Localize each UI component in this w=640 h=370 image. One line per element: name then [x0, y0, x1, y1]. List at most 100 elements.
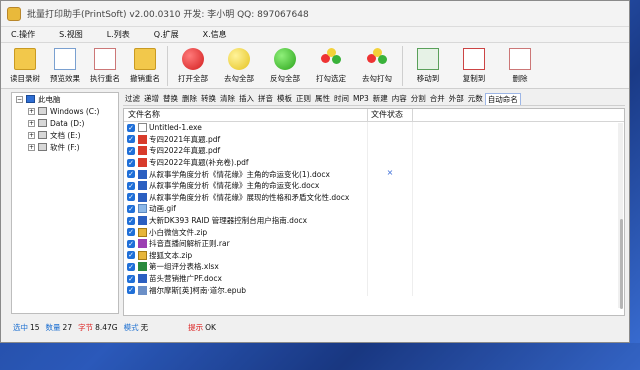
- preview-icon: [54, 48, 76, 70]
- table-row[interactable]: ✓ 大新DK393 RAID 管理器控制台用户指南.docx: [124, 214, 624, 227]
- table-row[interactable]: ✓ 动画.gif: [124, 203, 624, 215]
- row-checkbox[interactable]: ✓: [127, 170, 135, 179]
- tab-replace[interactable]: 替换: [161, 93, 180, 104]
- table-row[interactable]: ✓ 从叙事学角度分析《情花缘》展现的性格和矛盾文化性.docx: [124, 191, 624, 204]
- expand-icon[interactable]: +: [28, 131, 35, 139]
- row-checkbox[interactable]: ✓: [127, 216, 135, 225]
- file-name-cell[interactable]: ✓ Untitled-1.exe: [124, 122, 368, 134]
- tab-metadata[interactable]: 元数: [466, 93, 485, 104]
- table-row[interactable]: ✓ 福尔摩斯[英]柯南·道尔.epub: [124, 284, 624, 296]
- folder-tree[interactable]: − 此电脑 + Windows (C:) + Data (D:) + 文档 (E…: [11, 92, 119, 314]
- column-header-name[interactable]: 文件名称: [124, 109, 368, 121]
- table-row[interactable]: ✓ 专四2021年真题.pdf: [124, 133, 624, 146]
- tab-mp3[interactable]: MP3: [351, 94, 371, 103]
- row-checkbox[interactable]: ✓: [127, 286, 135, 295]
- tab-time[interactable]: 时间: [332, 93, 351, 104]
- table-row[interactable]: ✓ 第一组评分表格.xlsx: [124, 261, 624, 273]
- rename-button[interactable]: 执行重名: [85, 46, 125, 88]
- file-name-cell[interactable]: ✓ 动画.gif: [124, 203, 368, 215]
- row-checkbox[interactable]: ✓: [127, 204, 135, 213]
- read-tree-button[interactable]: 读目录树: [5, 46, 45, 88]
- tab-increment[interactable]: 递增: [142, 93, 161, 104]
- tab-content[interactable]: 内容: [390, 93, 409, 104]
- table-row[interactable]: ✓ Untitled-1.exe: [124, 122, 624, 134]
- tab-external[interactable]: 外部: [447, 93, 466, 104]
- file-name-cell[interactable]: ✓ 小白微信文件.zip: [124, 226, 368, 238]
- row-checkbox[interactable]: ✓: [127, 262, 135, 271]
- check-selected-button[interactable]: 打勾选定: [308, 46, 354, 88]
- row-checkbox[interactable]: ✓: [127, 123, 135, 132]
- file-name-cell[interactable]: ✓ 专四2021年真题.pdf: [124, 133, 368, 146]
- table-row[interactable]: ✓ 专四2022年真题.pdf: [124, 145, 624, 157]
- row-checkbox[interactable]: ✓: [127, 181, 135, 190]
- menu-info[interactable]: X.信息: [203, 29, 227, 40]
- table-row[interactable]: ✓ 从叙事学角度分析《情花缘》主角的命运变化.docx: [124, 179, 624, 192]
- invert-check-button[interactable]: 反勾全部: [262, 46, 308, 88]
- tab-split[interactable]: 分割: [409, 93, 428, 104]
- table-header: 文件名称 文件状态: [124, 109, 624, 122]
- file-name-cell[interactable]: ✓ 大新DK393 RAID 管理器控制台用户指南.docx: [124, 214, 368, 227]
- tab-auto-name[interactable]: 自动命名: [484, 92, 521, 105]
- row-checkbox[interactable]: ✓: [127, 146, 135, 155]
- table-row[interactable]: ✓ 从叙事学角度分析《情花缘》主角的命运变化(1).docx ×: [124, 168, 624, 180]
- tab-template[interactable]: 模板: [275, 93, 294, 104]
- file-name-cell[interactable]: ✓ 专四2022年真题(补充卷).pdf: [124, 156, 368, 169]
- toggle-check-button[interactable]: 去勾打勾: [354, 46, 400, 88]
- tab-merge[interactable]: 合并: [428, 93, 447, 104]
- menu-view[interactable]: S.视图: [59, 29, 83, 40]
- expand-icon[interactable]: +: [28, 119, 35, 127]
- file-name-cell[interactable]: ✓ 苗头营销推广PF.docx: [124, 272, 368, 285]
- undo-rename-button[interactable]: 撤销重名: [125, 46, 165, 88]
- tree-item-drive-d[interactable]: + Data (D:): [12, 117, 118, 129]
- copy-to-button[interactable]: 复制到: [451, 46, 497, 88]
- file-name-cell[interactable]: ✓ 搜狐文本.zip: [124, 249, 368, 262]
- toolbar-divider: [402, 46, 403, 86]
- expand-icon[interactable]: +: [28, 143, 35, 151]
- file-name-cell[interactable]: ✓ 第一组评分表格.xlsx: [124, 261, 368, 273]
- table-row[interactable]: ✓ 抖音直播间解析正则.rar: [124, 237, 624, 250]
- tree-item-drive-c[interactable]: + Windows (C:): [12, 105, 118, 117]
- file-name-cell[interactable]: ✓ 从叙事学角度分析《情花缘》主角的命运变化.docx: [124, 179, 368, 192]
- column-header-status[interactable]: 文件状态: [368, 109, 413, 121]
- row-checkbox[interactable]: ✓: [127, 228, 135, 237]
- file-name-cell[interactable]: ✓ 专四2022年真题.pdf: [124, 145, 368, 157]
- tab-filter[interactable]: 过滤: [123, 93, 142, 104]
- tab-clear[interactable]: 清除: [218, 93, 237, 104]
- menu-operate[interactable]: C.操作: [11, 29, 35, 40]
- delete-button[interactable]: 删除: [497, 46, 543, 88]
- scrollbar-thumb[interactable]: [620, 219, 623, 309]
- row-checkbox[interactable]: ✓: [127, 251, 135, 260]
- tab-pinyin[interactable]: 拼音: [256, 93, 275, 104]
- file-name-cell[interactable]: ✓ 福尔摩斯[英]柯南·道尔.epub: [124, 284, 368, 296]
- row-checkbox[interactable]: ✓: [127, 158, 135, 167]
- row-checkbox[interactable]: ✓: [127, 135, 135, 144]
- file-name-cell[interactable]: ✓ 从叙事学角度分析《情花缘》展现的性格和矛盾文化性.docx: [124, 191, 368, 204]
- collapse-icon[interactable]: −: [16, 95, 23, 103]
- row-checkbox[interactable]: ✓: [127, 193, 135, 202]
- uncheck-all-button[interactable]: 去勾全部: [216, 46, 262, 88]
- file-name-cell[interactable]: ✓ 从叙事学角度分析《情花缘》主角的命运变化(1).docx: [124, 168, 368, 180]
- menu-list[interactable]: L.列表: [107, 29, 130, 40]
- tree-item-drive-f[interactable]: + 软件 (F:): [12, 141, 118, 153]
- open-all-button[interactable]: 打开全部: [170, 46, 216, 88]
- expand-icon[interactable]: +: [28, 107, 35, 115]
- tab-regex[interactable]: 正则: [294, 93, 313, 104]
- tree-item-this-pc[interactable]: − 此电脑: [12, 93, 118, 105]
- table-row[interactable]: ✓ 小白微信文件.zip: [124, 226, 624, 238]
- tab-insert[interactable]: 插入: [237, 93, 256, 104]
- menu-extend[interactable]: Q.扩展: [154, 29, 179, 40]
- tree-item-drive-e[interactable]: + 文档 (E:): [12, 129, 118, 141]
- preview-button[interactable]: 预览效果: [45, 46, 85, 88]
- row-checkbox[interactable]: ✓: [127, 274, 135, 283]
- tab-attribute[interactable]: 属性: [313, 93, 332, 104]
- table-row[interactable]: ✓ 苗头营销推广PF.docx: [124, 272, 624, 285]
- move-to-button[interactable]: 移动到: [405, 46, 451, 88]
- xlsx-file-icon: [138, 262, 147, 272]
- tab-delete[interactable]: 删除: [180, 93, 199, 104]
- row-checkbox[interactable]: ✓: [127, 239, 135, 248]
- tab-new[interactable]: 新建: [371, 93, 390, 104]
- file-name-cell[interactable]: ✓ 抖音直播间解析正则.rar: [124, 237, 368, 250]
- tab-convert[interactable]: 转换: [199, 93, 218, 104]
- table-row[interactable]: ✓ 搜狐文本.zip: [124, 249, 624, 262]
- table-row[interactable]: ✓ 专四2022年真题(补充卷).pdf: [124, 156, 624, 169]
